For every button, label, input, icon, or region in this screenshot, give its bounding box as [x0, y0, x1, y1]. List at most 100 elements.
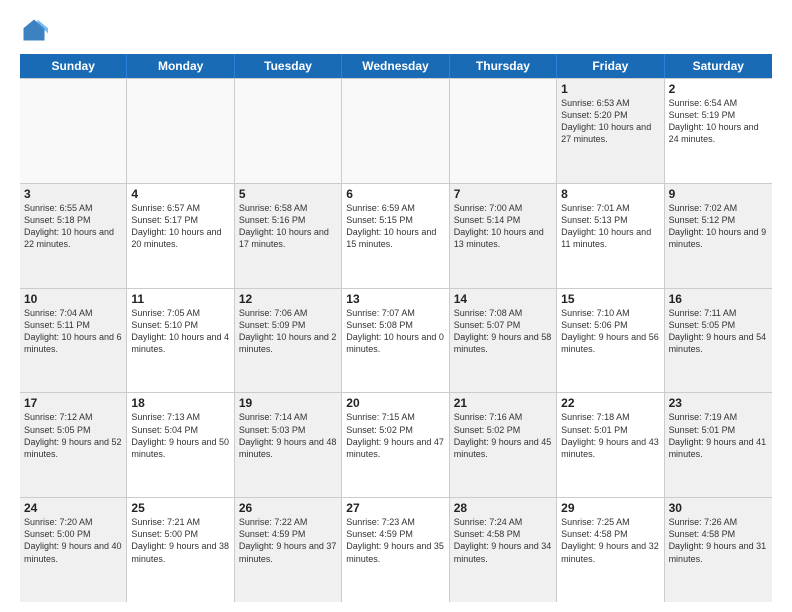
day-info: Sunrise: 7:26 AM Sunset: 4:58 PM Dayligh… [669, 516, 768, 565]
day-cell-29: 29Sunrise: 7:25 AM Sunset: 4:58 PM Dayli… [557, 498, 664, 602]
day-number: 21 [454, 396, 552, 410]
empty-cell-0-4 [450, 79, 557, 183]
day-cell-9: 9Sunrise: 7:02 AM Sunset: 5:12 PM Daylig… [665, 184, 772, 288]
day-number: 25 [131, 501, 229, 515]
day-number: 26 [239, 501, 337, 515]
day-number: 5 [239, 187, 337, 201]
day-number: 20 [346, 396, 444, 410]
header-day-thursday: Thursday [450, 54, 557, 78]
day-cell-18: 18Sunrise: 7:13 AM Sunset: 5:04 PM Dayli… [127, 393, 234, 497]
day-cell-6: 6Sunrise: 6:59 AM Sunset: 5:15 PM Daylig… [342, 184, 449, 288]
day-info: Sunrise: 7:06 AM Sunset: 5:09 PM Dayligh… [239, 307, 337, 356]
day-info: Sunrise: 7:19 AM Sunset: 5:01 PM Dayligh… [669, 411, 768, 460]
day-info: Sunrise: 7:20 AM Sunset: 5:00 PM Dayligh… [24, 516, 122, 565]
day-info: Sunrise: 7:04 AM Sunset: 5:11 PM Dayligh… [24, 307, 122, 356]
day-number: 2 [669, 82, 768, 96]
calendar-row-0: 1Sunrise: 6:53 AM Sunset: 5:20 PM Daylig… [20, 79, 772, 184]
header-day-monday: Monday [127, 54, 234, 78]
day-info: Sunrise: 7:24 AM Sunset: 4:58 PM Dayligh… [454, 516, 552, 565]
day-info: Sunrise: 7:12 AM Sunset: 5:05 PM Dayligh… [24, 411, 122, 460]
day-info: Sunrise: 7:05 AM Sunset: 5:10 PM Dayligh… [131, 307, 229, 356]
day-cell-2: 2Sunrise: 6:54 AM Sunset: 5:19 PM Daylig… [665, 79, 772, 183]
day-info: Sunrise: 7:23 AM Sunset: 4:59 PM Dayligh… [346, 516, 444, 565]
day-number: 13 [346, 292, 444, 306]
day-cell-12: 12Sunrise: 7:06 AM Sunset: 5:09 PM Dayli… [235, 289, 342, 393]
calendar-body: 1Sunrise: 6:53 AM Sunset: 5:20 PM Daylig… [20, 78, 772, 602]
header-day-friday: Friday [557, 54, 664, 78]
day-cell-20: 20Sunrise: 7:15 AM Sunset: 5:02 PM Dayli… [342, 393, 449, 497]
day-cell-24: 24Sunrise: 7:20 AM Sunset: 5:00 PM Dayli… [20, 498, 127, 602]
header-day-wednesday: Wednesday [342, 54, 449, 78]
day-number: 7 [454, 187, 552, 201]
day-info: Sunrise: 7:13 AM Sunset: 5:04 PM Dayligh… [131, 411, 229, 460]
day-info: Sunrise: 6:57 AM Sunset: 5:17 PM Dayligh… [131, 202, 229, 251]
empty-cell-0-1 [127, 79, 234, 183]
empty-cell-0-2 [235, 79, 342, 183]
day-number: 14 [454, 292, 552, 306]
day-cell-14: 14Sunrise: 7:08 AM Sunset: 5:07 PM Dayli… [450, 289, 557, 393]
day-number: 10 [24, 292, 122, 306]
day-info: Sunrise: 7:16 AM Sunset: 5:02 PM Dayligh… [454, 411, 552, 460]
day-number: 23 [669, 396, 768, 410]
day-number: 22 [561, 396, 659, 410]
day-cell-13: 13Sunrise: 7:07 AM Sunset: 5:08 PM Dayli… [342, 289, 449, 393]
day-info: Sunrise: 7:07 AM Sunset: 5:08 PM Dayligh… [346, 307, 444, 356]
day-info: Sunrise: 6:55 AM Sunset: 5:18 PM Dayligh… [24, 202, 122, 251]
day-cell-5: 5Sunrise: 6:58 AM Sunset: 5:16 PM Daylig… [235, 184, 342, 288]
day-info: Sunrise: 7:01 AM Sunset: 5:13 PM Dayligh… [561, 202, 659, 251]
day-info: Sunrise: 7:21 AM Sunset: 5:00 PM Dayligh… [131, 516, 229, 565]
empty-cell-0-3 [342, 79, 449, 183]
day-number: 30 [669, 501, 768, 515]
day-info: Sunrise: 7:02 AM Sunset: 5:12 PM Dayligh… [669, 202, 768, 251]
day-cell-21: 21Sunrise: 7:16 AM Sunset: 5:02 PM Dayli… [450, 393, 557, 497]
day-info: Sunrise: 7:08 AM Sunset: 5:07 PM Dayligh… [454, 307, 552, 356]
day-info: Sunrise: 7:18 AM Sunset: 5:01 PM Dayligh… [561, 411, 659, 460]
day-cell-25: 25Sunrise: 7:21 AM Sunset: 5:00 PM Dayli… [127, 498, 234, 602]
day-cell-28: 28Sunrise: 7:24 AM Sunset: 4:58 PM Dayli… [450, 498, 557, 602]
day-cell-10: 10Sunrise: 7:04 AM Sunset: 5:11 PM Dayli… [20, 289, 127, 393]
header-day-sunday: Sunday [20, 54, 127, 78]
day-cell-11: 11Sunrise: 7:05 AM Sunset: 5:10 PM Dayli… [127, 289, 234, 393]
day-number: 16 [669, 292, 768, 306]
page: SundayMondayTuesdayWednesdayThursdayFrid… [0, 0, 792, 612]
day-number: 9 [669, 187, 768, 201]
header-day-saturday: Saturday [665, 54, 772, 78]
day-number: 4 [131, 187, 229, 201]
day-cell-4: 4Sunrise: 6:57 AM Sunset: 5:17 PM Daylig… [127, 184, 234, 288]
empty-cell-0-0 [20, 79, 127, 183]
day-info: Sunrise: 7:14 AM Sunset: 5:03 PM Dayligh… [239, 411, 337, 460]
logo [20, 16, 52, 44]
day-cell-19: 19Sunrise: 7:14 AM Sunset: 5:03 PM Dayli… [235, 393, 342, 497]
day-cell-1: 1Sunrise: 6:53 AM Sunset: 5:20 PM Daylig… [557, 79, 664, 183]
day-cell-26: 26Sunrise: 7:22 AM Sunset: 4:59 PM Dayli… [235, 498, 342, 602]
day-info: Sunrise: 6:53 AM Sunset: 5:20 PM Dayligh… [561, 97, 659, 146]
day-number: 6 [346, 187, 444, 201]
day-cell-22: 22Sunrise: 7:18 AM Sunset: 5:01 PM Dayli… [557, 393, 664, 497]
day-number: 17 [24, 396, 122, 410]
day-cell-8: 8Sunrise: 7:01 AM Sunset: 5:13 PM Daylig… [557, 184, 664, 288]
day-cell-30: 30Sunrise: 7:26 AM Sunset: 4:58 PM Dayli… [665, 498, 772, 602]
day-info: Sunrise: 6:59 AM Sunset: 5:15 PM Dayligh… [346, 202, 444, 251]
calendar-row-2: 10Sunrise: 7:04 AM Sunset: 5:11 PM Dayli… [20, 289, 772, 394]
day-info: Sunrise: 7:22 AM Sunset: 4:59 PM Dayligh… [239, 516, 337, 565]
day-info: Sunrise: 6:54 AM Sunset: 5:19 PM Dayligh… [669, 97, 768, 146]
day-number: 15 [561, 292, 659, 306]
calendar-row-4: 24Sunrise: 7:20 AM Sunset: 5:00 PM Dayli… [20, 498, 772, 602]
day-number: 1 [561, 82, 659, 96]
calendar: SundayMondayTuesdayWednesdayThursdayFrid… [20, 54, 772, 602]
header-day-tuesday: Tuesday [235, 54, 342, 78]
day-cell-15: 15Sunrise: 7:10 AM Sunset: 5:06 PM Dayli… [557, 289, 664, 393]
day-number: 24 [24, 501, 122, 515]
day-info: Sunrise: 7:15 AM Sunset: 5:02 PM Dayligh… [346, 411, 444, 460]
calendar-header: SundayMondayTuesdayWednesdayThursdayFrid… [20, 54, 772, 78]
day-cell-16: 16Sunrise: 7:11 AM Sunset: 5:05 PM Dayli… [665, 289, 772, 393]
day-number: 3 [24, 187, 122, 201]
day-number: 11 [131, 292, 229, 306]
calendar-row-1: 3Sunrise: 6:55 AM Sunset: 5:18 PM Daylig… [20, 184, 772, 289]
day-number: 27 [346, 501, 444, 515]
day-number: 18 [131, 396, 229, 410]
day-number: 28 [454, 501, 552, 515]
day-info: Sunrise: 7:10 AM Sunset: 5:06 PM Dayligh… [561, 307, 659, 356]
day-number: 19 [239, 396, 337, 410]
header [20, 16, 772, 44]
